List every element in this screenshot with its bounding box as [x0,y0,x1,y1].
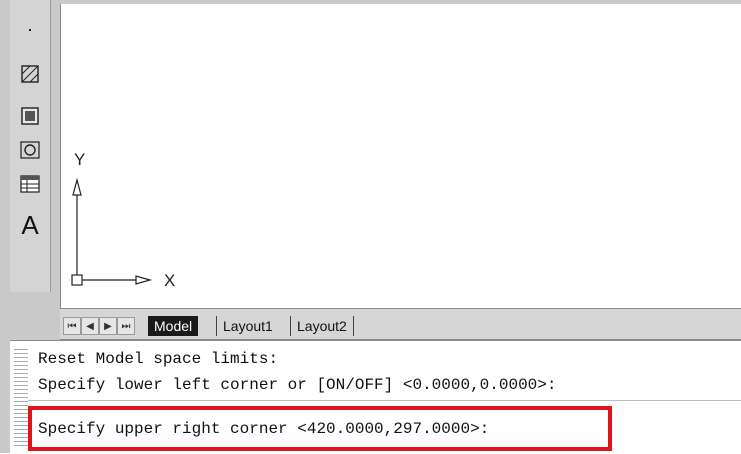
first-tab-button[interactable]: ⏮ [63,317,81,335]
prev-tab-button[interactable]: ◀ [81,317,99,335]
command-history-line: Reset Model space limits: [38,350,279,368]
ucs-y-label: Y [74,150,86,169]
tab-layout2[interactable]: Layout2 [290,316,354,336]
hatch-icon[interactable] [18,62,42,86]
first-icon: ⏮ [67,320,77,332]
ucs-icon [71,177,153,286]
draw-toolbar: A [10,0,51,292]
region-icon[interactable] [18,138,42,162]
next-tab-button[interactable]: ▶ [99,317,117,335]
gradient-icon[interactable] [18,104,42,128]
table-icon[interactable] [18,172,42,196]
command-divider [28,400,741,401]
mtext-icon[interactable]: A [18,210,42,240]
tab-layout1[interactable]: Layout1 [216,316,279,336]
ucs-x-label: X [164,271,176,290]
prev-icon: ◀ [86,320,94,332]
next-icon: ▶ [104,320,112,332]
tab-model[interactable]: Model [148,316,199,336]
command-window-grip[interactable] [14,346,28,446]
highlight-box [28,406,612,451]
last-tab-button[interactable]: ⏭ [117,317,135,335]
dot-icon[interactable] [18,18,42,42]
command-history-line: Specify lower left corner or [ON/OFF] <0… [38,376,557,394]
last-icon: ⏭ [121,320,131,332]
layout-tab-bar: ⏮ ◀ ▶ ⏭ Model Layout1 Layout2 [60,308,741,340]
